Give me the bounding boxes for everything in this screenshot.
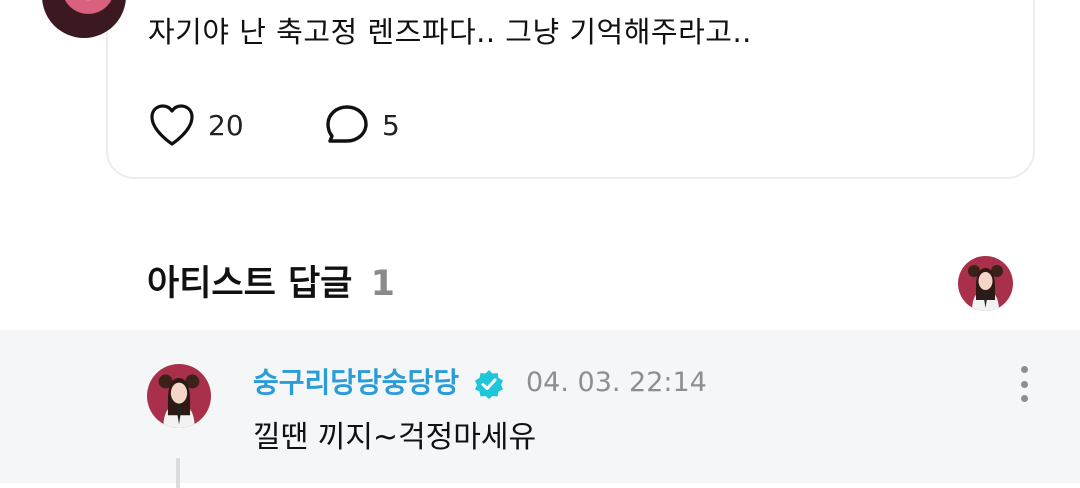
thread-connector-line	[176, 458, 180, 488]
artist-avatar-small[interactable]	[958, 256, 1013, 311]
like-button[interactable]: 20	[148, 103, 244, 147]
post-text: 자기야 난 축고정 렌즈파다.. 그냥 기억해주라고..	[148, 15, 752, 49]
artist-replies-count: 1	[370, 264, 395, 304]
reply-text: 낄땐 끼지~걱정마세유	[253, 420, 537, 455]
speech-bubble-icon	[326, 105, 368, 143]
comment-count: 5	[382, 108, 400, 142]
reply-author-name[interactable]: 숭구리당당숭당당	[253, 365, 459, 401]
artist-reply: 숭구리당당숭당당 04. 03. 22:14 낄땐 끼지~걱정마세유	[0, 330, 1080, 488]
heart-icon	[150, 104, 194, 146]
reply-timestamp: 04. 03. 22:14	[526, 367, 707, 398]
comment-button[interactable]: 5	[324, 103, 400, 147]
like-count: 20	[208, 108, 244, 142]
artist-replies-title: 아티스트 답글	[147, 264, 353, 304]
artist-replies-heading: 아티스트 답글 1	[147, 262, 395, 306]
reply-author-avatar[interactable]	[147, 364, 211, 428]
more-options-icon[interactable]	[1010, 366, 1038, 402]
verified-badge-icon	[475, 370, 503, 399]
